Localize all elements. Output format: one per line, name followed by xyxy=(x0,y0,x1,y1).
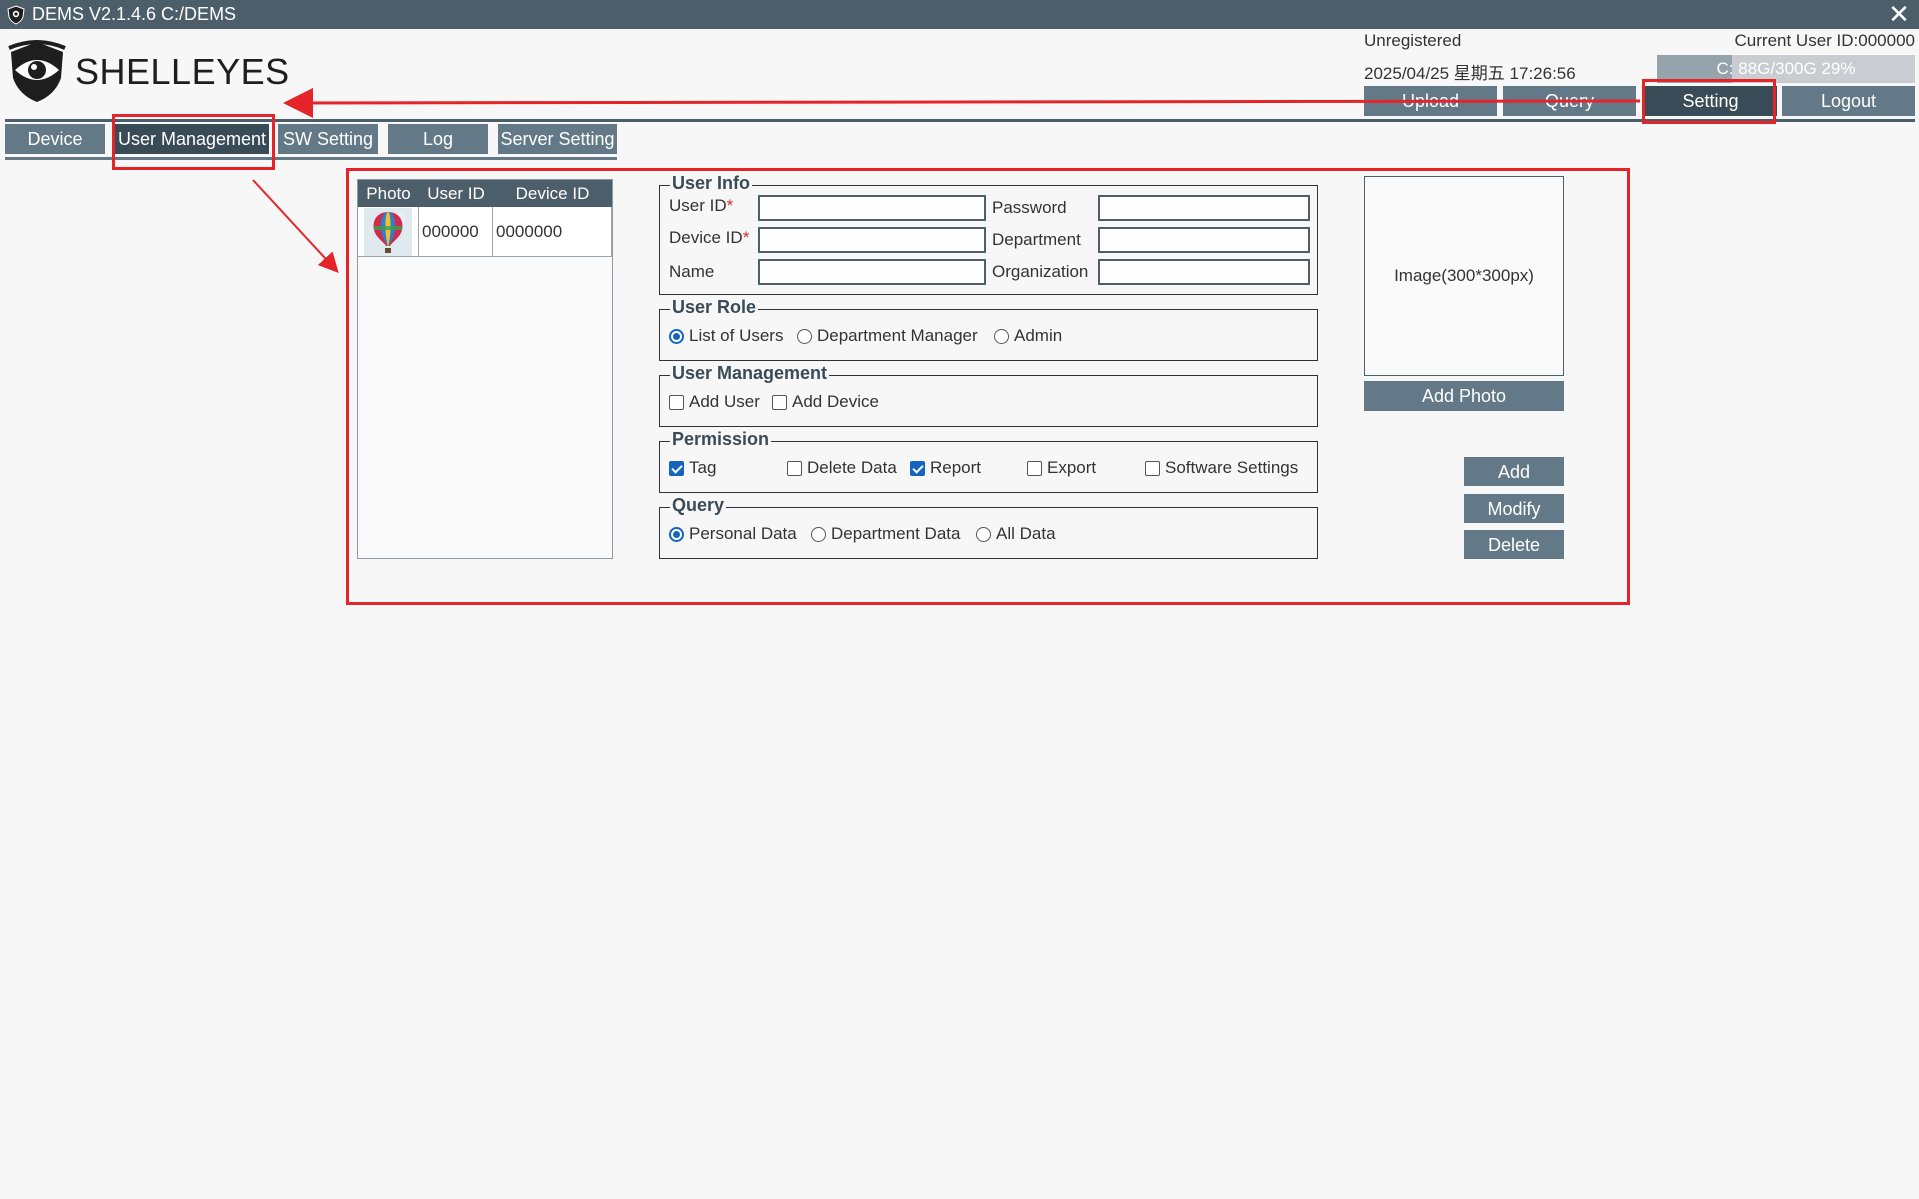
annotation-arrows xyxy=(252,87,1641,273)
annotation-arrow-to-tabs xyxy=(283,87,1641,118)
annotation-arrow-to-form xyxy=(252,179,339,273)
